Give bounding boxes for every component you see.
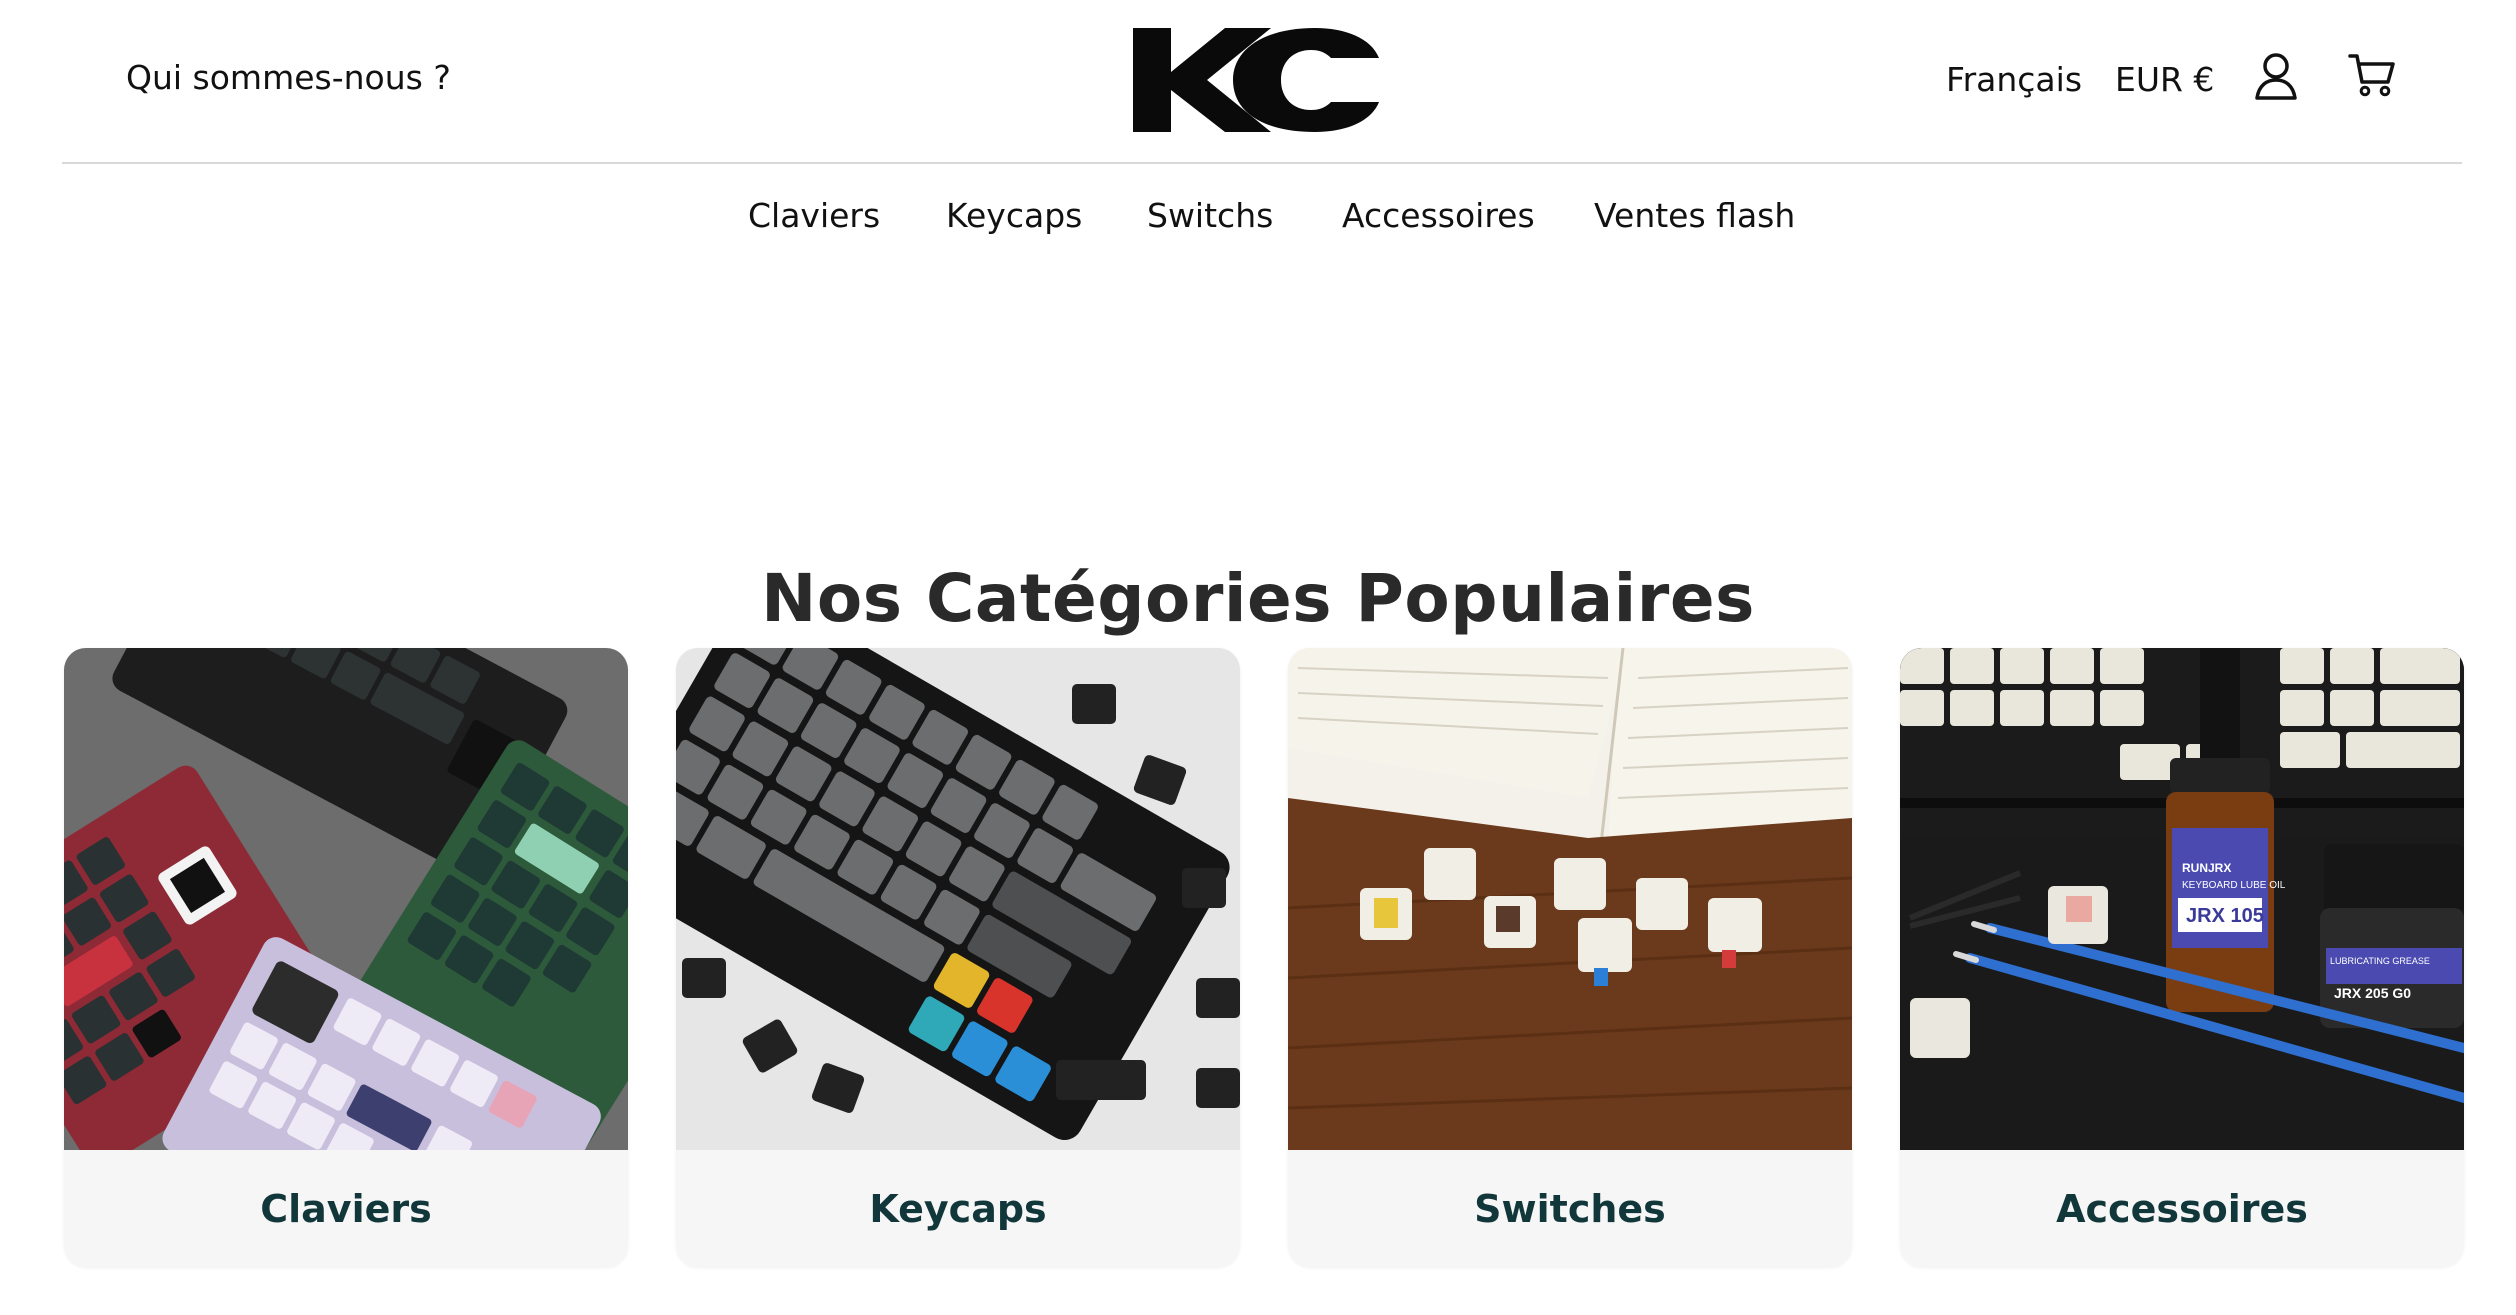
keycaps-photo bbox=[676, 648, 1240, 1150]
switches-photo bbox=[1288, 648, 1852, 1150]
keyboards-photo bbox=[64, 648, 628, 1150]
page: Qui sommes-nous ? KC Français EUR € Clav… bbox=[0, 0, 2516, 1315]
nav-item-ventes-flash[interactable]: Ventes flash bbox=[1594, 196, 1795, 235]
header-divider bbox=[62, 162, 2462, 164]
nav-item-claviers[interactable]: Claviers bbox=[748, 196, 880, 235]
user-icon[interactable] bbox=[2254, 52, 2298, 100]
category-card-accessoires[interactable]: RUNJRX KEYBOARD LUBE OIL JRX 105 LUBRICA… bbox=[1900, 648, 2464, 1267]
accessories-photo: RUNJRX KEYBOARD LUBE OIL JRX 105 LUBRICA… bbox=[1900, 648, 2464, 1150]
language-selector[interactable]: Français bbox=[1946, 60, 2082, 99]
currency-selector[interactable]: EUR € bbox=[2115, 60, 2214, 99]
nav-item-keycaps[interactable]: Keycaps bbox=[946, 196, 1082, 235]
nav-item-accessoires[interactable]: Accessoires bbox=[1342, 196, 1535, 235]
category-label: Keycaps bbox=[869, 1186, 1047, 1231]
category-label: Claviers bbox=[260, 1186, 432, 1231]
grease-model-text: JRX 205 G0 bbox=[2334, 985, 2411, 1001]
cart-icon[interactable] bbox=[2348, 52, 2396, 98]
grease-name-text: LUBRICATING GREASE bbox=[2330, 956, 2430, 966]
category-card-keycaps[interactable]: Keycaps bbox=[676, 648, 1240, 1267]
kc-logo[interactable]: KC bbox=[1133, 28, 1379, 132]
about-us-link[interactable]: Qui sommes-nous ? bbox=[126, 58, 451, 97]
nav-item-switchs[interactable]: Switchs bbox=[1147, 196, 1273, 235]
lube-model-text: JRX 105 bbox=[2186, 905, 2264, 927]
site-header: Qui sommes-nous ? KC Français EUR € bbox=[0, 0, 2516, 164]
main-nav: Claviers Keycaps Switchs Accessoires Ven… bbox=[0, 196, 2516, 246]
category-card-switches[interactable]: Switches bbox=[1288, 648, 1852, 1267]
category-label: Switches bbox=[1474, 1186, 1666, 1231]
category-card-claviers[interactable]: Claviers bbox=[64, 648, 628, 1267]
section-title: Nos Catégories Populaires bbox=[761, 559, 1755, 637]
lube-brand-text: RUNJRX bbox=[2182, 861, 2231, 875]
category-label: Accessoires bbox=[2056, 1186, 2308, 1231]
lube-name-text: KEYBOARD LUBE OIL bbox=[2182, 880, 2286, 891]
